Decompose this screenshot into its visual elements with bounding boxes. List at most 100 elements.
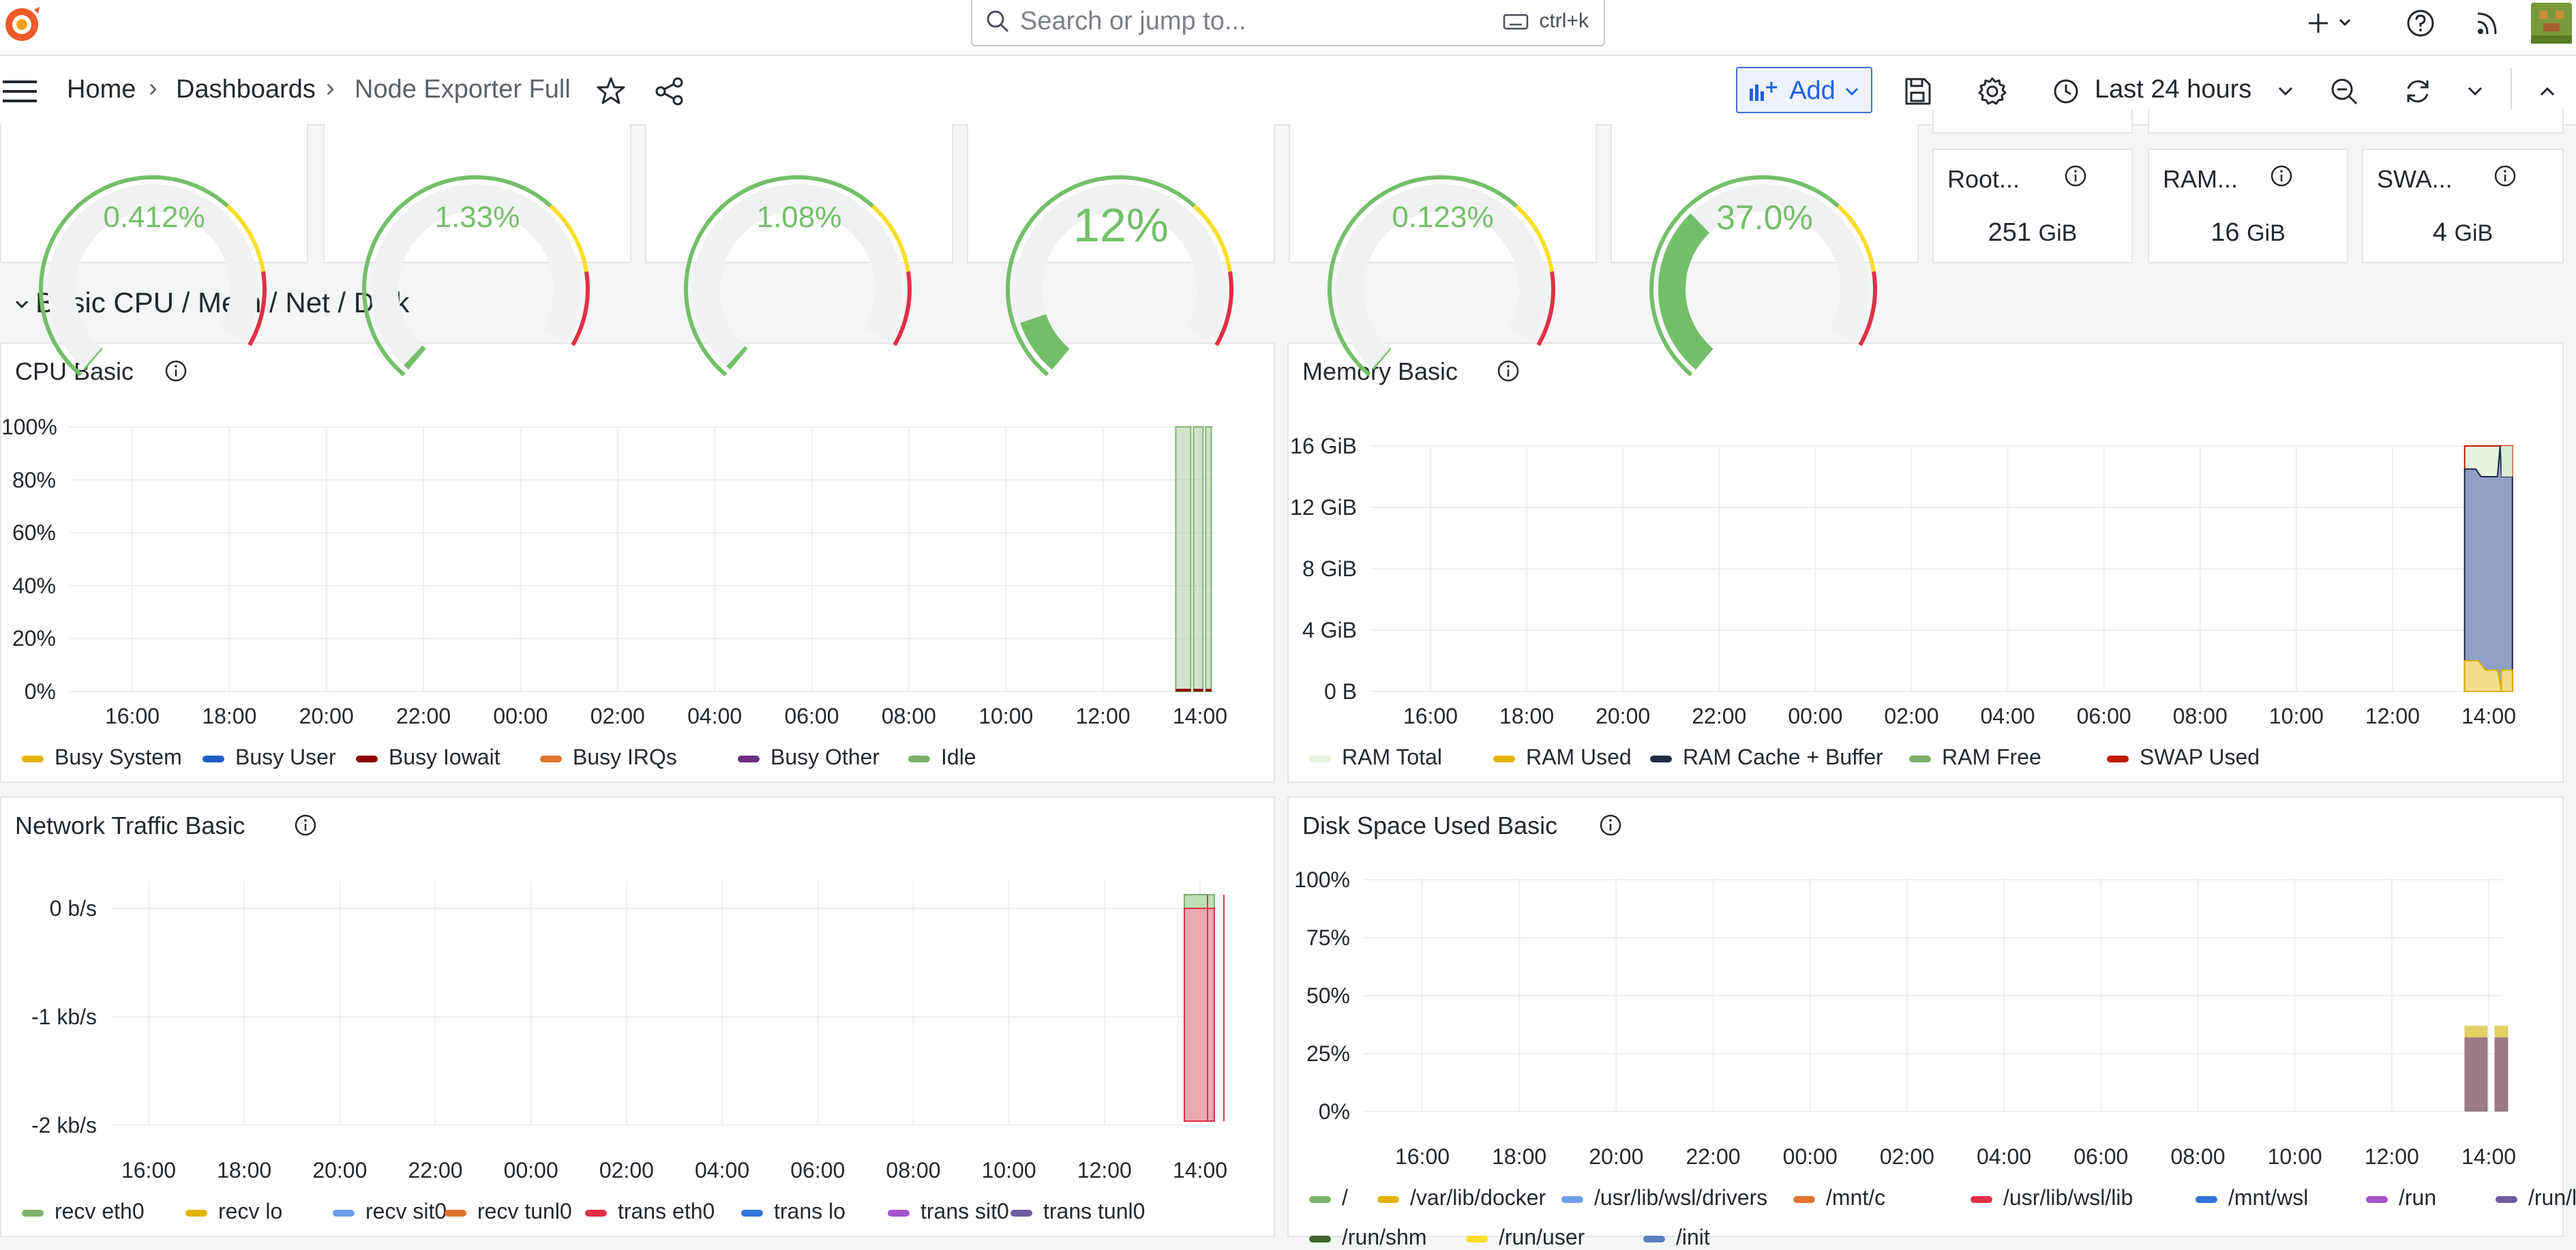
grafana-logo-icon[interactable] bbox=[0, 1, 48, 49]
legend-swatch bbox=[888, 1209, 910, 1217]
gauge-panel[interactable]: 1.08% bbox=[645, 124, 953, 376]
legend-item[interactable]: Busy System bbox=[22, 745, 182, 770]
y-tick-label: 0 b/s bbox=[49, 896, 97, 921]
legend-item[interactable]: RAM Free bbox=[1909, 745, 2041, 770]
breadcrumb-separator: › bbox=[149, 74, 158, 102]
info-icon[interactable] bbox=[2269, 164, 2294, 188]
x-tick-label: 02:00 bbox=[590, 704, 645, 728]
menu-icon[interactable] bbox=[1, 78, 38, 105]
legend-label: /run/user bbox=[1499, 1225, 1585, 1249]
legend-item[interactable]: RAM Total bbox=[1309, 745, 1442, 770]
breadcrumb-home[interactable]: Home bbox=[67, 75, 136, 104]
legend-item[interactable]: /usr/lib/wsl/lib bbox=[1971, 1185, 2133, 1210]
legend-item[interactable]: /run/lock bbox=[2496, 1185, 2576, 1210]
share-icon[interactable] bbox=[655, 76, 685, 106]
x-tick-label: 00:00 bbox=[1788, 704, 1843, 728]
avatar[interactable] bbox=[2531, 3, 2572, 44]
x-tick-label: 12:00 bbox=[2364, 1144, 2419, 1169]
plus-icon[interactable] bbox=[2305, 10, 2366, 37]
x-tick-label: 14:00 bbox=[2461, 1144, 2517, 1169]
breadcrumb-separator: › bbox=[326, 74, 335, 102]
stat-panel-partial bbox=[1932, 109, 2133, 134]
legend-item[interactable]: /run/user bbox=[1466, 1225, 1585, 1250]
info-icon[interactable] bbox=[2063, 164, 2088, 188]
x-tick-label: 22:00 bbox=[396, 704, 451, 728]
legend-item[interactable]: / bbox=[1309, 1185, 1348, 1210]
x-tick-label: 14:00 bbox=[1172, 1158, 1228, 1182]
legend-item[interactable]: recv tunl0 bbox=[445, 1199, 572, 1224]
legend-label: /run/lock bbox=[2528, 1185, 2576, 1210]
legend-label: /run/shm bbox=[1342, 1225, 1427, 1249]
refresh-icon[interactable] bbox=[2403, 76, 2433, 106]
legend-item[interactable]: recv lo bbox=[185, 1199, 282, 1224]
legend-label: trans eth0 bbox=[618, 1199, 715, 1223]
search-input[interactable]: Search or jump to... ctrl+k bbox=[971, 0, 1605, 46]
chevron-up-icon[interactable] bbox=[2538, 82, 2557, 101]
stat-panel-ram-total[interactable]: RAM... 16 GiB bbox=[2148, 149, 2348, 263]
legend-item[interactable]: /run bbox=[2366, 1185, 2436, 1210]
legend-item[interactable]: Busy Other bbox=[738, 745, 880, 770]
legend-item[interactable]: trans tunl0 bbox=[1010, 1199, 1145, 1224]
save-icon[interactable] bbox=[1902, 76, 1932, 106]
memory-basic-panel[interactable]: Memory Basic 16:00 18:00 20:00 22:00 00:00 02… bbox=[1287, 342, 2564, 783]
legend-item[interactable]: /init bbox=[1643, 1225, 1710, 1250]
series-idle-area bbox=[1175, 426, 1192, 692]
disk-space-used-basic-panel[interactable]: Disk Space Used Basic 16:00 18:00 20:00 22:… bbox=[1287, 797, 2576, 1249]
news-rss-icon[interactable] bbox=[2474, 8, 2504, 38]
gauge-panel[interactable]: 0.412% bbox=[0, 124, 308, 376]
stat-panel-swap-total[interactable]: SWA... 4 GiB bbox=[2362, 149, 2564, 263]
gauge-panel[interactable]: 1.33% bbox=[323, 124, 631, 376]
zoom-out-icon[interactable] bbox=[2329, 76, 2359, 106]
legend-item[interactable]: /usr/lib/wsl/drivers bbox=[1561, 1185, 1767, 1210]
help-icon[interactable] bbox=[2406, 8, 2436, 38]
clock-icon bbox=[2054, 79, 2078, 104]
row-collapse-chevron-icon[interactable] bbox=[12, 295, 31, 314]
star-icon[interactable] bbox=[596, 76, 626, 106]
network-traffic-basic-panel[interactable]: Network Traffic Basic 16:00 18:00 20:00 22:… bbox=[0, 797, 1275, 1237]
legend-item[interactable]: SWAP Used bbox=[2107, 745, 2260, 770]
x-tick-label: 06:00 bbox=[2073, 1144, 2129, 1169]
legend-item[interactable]: Busy Iowait bbox=[356, 745, 500, 770]
legend-item[interactable]: trans eth0 bbox=[585, 1199, 715, 1224]
legend-item[interactable]: Idle bbox=[908, 745, 976, 770]
y-tick-label: 0% bbox=[1318, 1099, 1350, 1124]
breadcrumb-dashboards[interactable]: Dashboards bbox=[176, 75, 316, 104]
stat-panel-root-fs[interactable]: Root... 251 GiB bbox=[1932, 149, 2133, 263]
legend-label: Busy IRQs bbox=[573, 745, 677, 769]
refresh-interval-chevron-icon[interactable] bbox=[2466, 82, 2485, 101]
gauge-panel[interactable]: 12% bbox=[967, 124, 1275, 376]
gauge-panel[interactable]: 0.123% bbox=[1289, 124, 1597, 376]
legend-item[interactable]: trans sit0 bbox=[888, 1199, 1009, 1224]
gauge-panel[interactable]: 37.0% bbox=[1611, 124, 1919, 376]
legend-item[interactable]: /var/lib/docker bbox=[1377, 1185, 1546, 1210]
legend-item[interactable]: Busy IRQs bbox=[540, 745, 677, 770]
add-button[interactable]: Add bbox=[1736, 67, 1872, 113]
gear-icon[interactable] bbox=[1977, 76, 2007, 106]
gauge-arc bbox=[39, 175, 267, 376]
legend-item[interactable]: Busy User bbox=[203, 745, 336, 770]
gauge-arc bbox=[1328, 175, 1555, 376]
legend-item[interactable]: /mnt/wsl bbox=[2196, 1185, 2308, 1210]
legend-item[interactable]: /run/shm bbox=[1309, 1225, 1426, 1250]
legend-item[interactable]: RAM Used bbox=[1493, 745, 1632, 770]
legend-label: recv eth0 bbox=[55, 1199, 145, 1223]
legend-label: trans tunl0 bbox=[1043, 1199, 1145, 1223]
legend-item[interactable]: RAM Cache + Buffer bbox=[1650, 745, 1883, 770]
chevron-down-icon[interactable] bbox=[2276, 82, 2295, 101]
x-tick-label: 22:00 bbox=[1692, 704, 1747, 728]
info-icon[interactable] bbox=[2493, 164, 2517, 188]
row-title[interactable]: Basic CPU / Mem / Net / Disk bbox=[35, 286, 409, 319]
legend-item[interactable]: recv eth0 bbox=[22, 1199, 145, 1224]
y-tick-label: 0 B bbox=[1323, 679, 1357, 704]
legend-swatch bbox=[2107, 755, 2129, 762]
cpu-basic-panel[interactable]: CPU Basic 16:00 18:00 20:00 22:00 00:00 02:00… bbox=[0, 342, 1275, 783]
x-tick-label: 08:00 bbox=[886, 1158, 941, 1182]
legend-swatch bbox=[1909, 755, 1931, 762]
legend-item[interactable]: trans lo bbox=[741, 1199, 845, 1224]
chart-plot-area bbox=[1364, 879, 2508, 1112]
legend-item[interactable]: recv sit0 bbox=[333, 1199, 447, 1224]
legend-label: Busy Other bbox=[770, 745, 880, 769]
legend-item[interactable]: /mnt/c bbox=[1793, 1185, 1885, 1210]
time-range-picker[interactable]: Last 24 hours bbox=[2095, 75, 2251, 104]
y-tick-label: 50% bbox=[1306, 983, 1350, 1008]
